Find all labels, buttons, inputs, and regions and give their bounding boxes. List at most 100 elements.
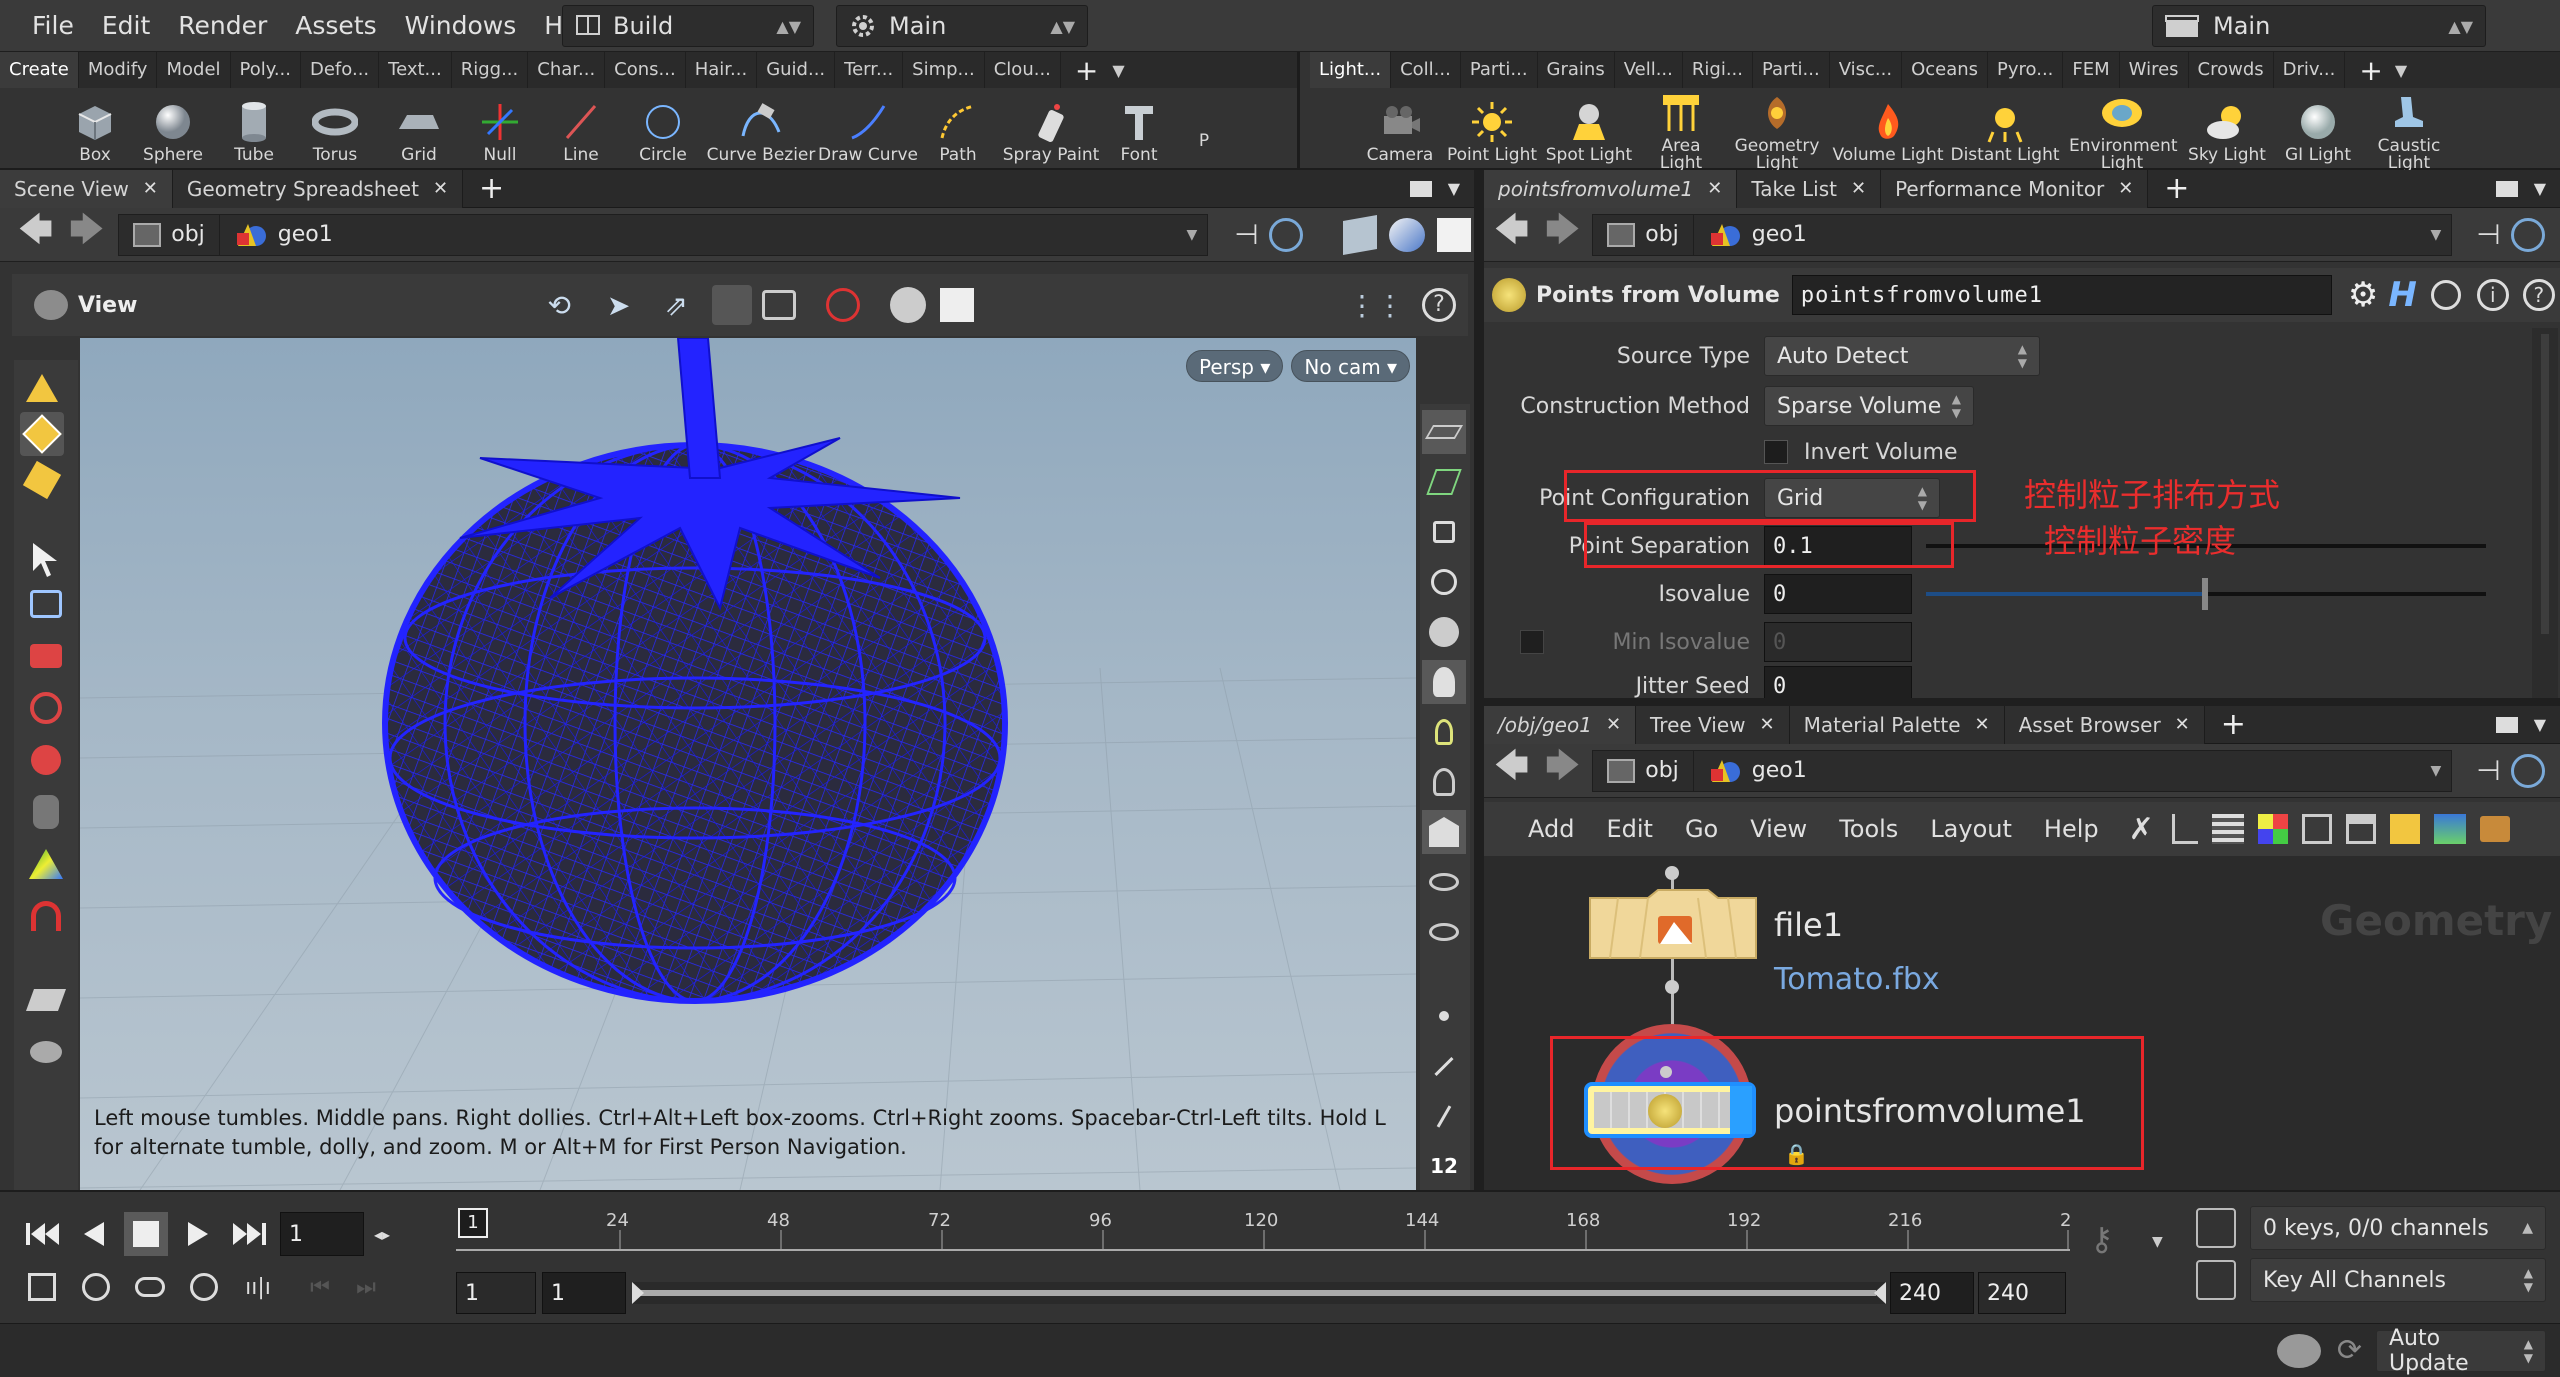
add-tab-icon[interactable]: + bbox=[1075, 54, 1098, 87]
ghost-icon[interactable] bbox=[1422, 810, 1466, 854]
persp-menu[interactable]: Persp ▾ bbox=[1186, 350, 1284, 382]
menu-windows[interactable]: Windows bbox=[391, 0, 531, 52]
shelf-tab[interactable]: Modify bbox=[79, 52, 158, 88]
shelf-tab[interactable]: Rigg... bbox=[452, 52, 529, 88]
tool-sphere[interactable]: Sphere bbox=[130, 95, 216, 164]
shelf-tab[interactable]: Defo... bbox=[301, 52, 380, 88]
net-menu-view[interactable]: View bbox=[1734, 815, 1823, 843]
chevron-down-icon[interactable]: ▼ bbox=[2430, 763, 2441, 779]
close-icon[interactable]: ✕ bbox=[2118, 170, 2133, 208]
shelf-tab[interactable]: Guid... bbox=[757, 52, 836, 88]
tool-camera[interactable]: Camera bbox=[1356, 95, 1444, 164]
network-canvas[interactable]: Geometry file1 Tomato.fbx pointsfromvolu… bbox=[1484, 856, 2560, 1190]
step-frames-icon[interactable]: ◂▸ bbox=[374, 1225, 390, 1244]
range-end-handle[interactable] bbox=[1874, 1282, 1886, 1304]
back-arrow-icon[interactable]: 🡄 bbox=[1494, 742, 1529, 799]
tab-geometry-spreadsheet[interactable]: Geometry Spreadsheet ✕ bbox=[172, 169, 464, 208]
chevron-down-icon[interactable]: ▼ bbox=[1186, 227, 1197, 243]
shelf-tab[interactable]: Rigi... bbox=[1683, 52, 1753, 88]
tool-distant-light[interactable]: Distant Light bbox=[1946, 95, 2064, 164]
close-icon[interactable]: ✕ bbox=[1975, 706, 1990, 744]
shelf-tab[interactable]: Clou... bbox=[985, 52, 1061, 88]
pane-splitter[interactable] bbox=[1474, 170, 1484, 1190]
view-menu-label[interactable]: View bbox=[78, 293, 137, 318]
tool-box[interactable]: Box bbox=[60, 95, 130, 164]
shelf-tab[interactable]: Wires bbox=[2120, 52, 2189, 88]
snapshot-icon[interactable] bbox=[761, 290, 796, 320]
input-connector[interactable] bbox=[1665, 866, 1679, 880]
back-arrow-icon[interactable]: 🡄 bbox=[18, 206, 53, 263]
path-obj[interactable]: obj bbox=[1593, 214, 1694, 255]
magnet-tool-icon[interactable] bbox=[24, 894, 68, 938]
maximize-icon[interactable] bbox=[2495, 716, 2518, 733]
param-scrollbar[interactable] bbox=[2532, 328, 2558, 698]
net-menu-add[interactable]: Add bbox=[1512, 815, 1590, 843]
cube-icon[interactable] bbox=[1342, 214, 1377, 255]
light-icon[interactable] bbox=[1422, 760, 1466, 804]
chevron-down-icon[interactable]: ▼ bbox=[2395, 61, 2407, 80]
vector-display-icon[interactable] bbox=[1422, 1094, 1466, 1138]
hda-icon[interactable]: H bbox=[2388, 275, 2416, 315]
tool-circle[interactable]: Circle bbox=[622, 95, 704, 164]
tool-volume-light[interactable]: Volume Light bbox=[1830, 95, 1946, 164]
shelf-tab[interactable]: Driv... bbox=[2274, 52, 2346, 88]
render-settings-icon[interactable] bbox=[939, 288, 974, 322]
shelf-tab[interactable]: Visc... bbox=[1830, 52, 1903, 88]
add-tab-icon[interactable]: + bbox=[479, 171, 504, 206]
prev-key-icon[interactable]: ⏮ bbox=[298, 1265, 342, 1309]
tab-asset-browser[interactable]: Asset Browser ✕ bbox=[2004, 705, 2205, 744]
stop-icon[interactable] bbox=[124, 1212, 168, 1256]
net-menu-edit[interactable]: Edit bbox=[1590, 815, 1668, 843]
menu-file[interactable]: File bbox=[18, 0, 88, 52]
shelf-tab[interactable]: Vell... bbox=[1615, 52, 1683, 88]
grid-view-icon[interactable] bbox=[2301, 814, 2332, 844]
maximize-icon[interactable] bbox=[1409, 180, 1432, 197]
tool-spot-light[interactable]: Spot Light bbox=[1540, 95, 1638, 164]
handle-icon[interactable]: ⇗ bbox=[664, 289, 687, 322]
gear-icon[interactable]: ⚙ bbox=[2348, 275, 2378, 315]
link-icon[interactable] bbox=[2510, 753, 2545, 788]
tab-tree-view[interactable]: Tree View ✕ bbox=[1636, 705, 1790, 744]
frame-ruler[interactable]: 1 24 48 72 96 120 144 168 192 216 2 bbox=[456, 1208, 2071, 1268]
grid-toggle-icon[interactable] bbox=[1422, 410, 1466, 454]
shelf-tab[interactable]: Simp... bbox=[903, 52, 985, 88]
tool-sky-light[interactable]: Sky Light bbox=[2180, 95, 2274, 164]
pin-icon[interactable]: ⊣ bbox=[1234, 218, 1258, 251]
rotate-view-icon[interactable]: ⟲ bbox=[547, 289, 570, 322]
tool-environment-light[interactable]: Environment Light bbox=[2064, 86, 2180, 172]
slider-handle[interactable] bbox=[2202, 578, 2208, 610]
right-context-select[interactable]: Main ▲▼ bbox=[2152, 5, 2486, 47]
jump-end-icon[interactable] bbox=[228, 1212, 272, 1256]
desktop-select[interactable]: Build ▲▼ bbox=[562, 5, 814, 47]
shelf-tab[interactable]: Terr... bbox=[835, 52, 904, 88]
shelf-tab[interactable]: Oceans bbox=[1902, 52, 1989, 88]
pin-icon[interactable]: ⊣ bbox=[2476, 754, 2500, 787]
realtime-icon[interactable] bbox=[182, 1265, 226, 1309]
shelf-tab[interactable]: FEM bbox=[2063, 52, 2120, 88]
pin-icon[interactable]: ⊣ bbox=[2476, 218, 2500, 251]
key-icon[interactable]: ⚷ bbox=[2090, 1220, 2113, 1258]
search-icon[interactable] bbox=[2430, 280, 2461, 310]
paint-tool-icon[interactable] bbox=[24, 978, 68, 1022]
camera-menu[interactable]: No cam ▾ bbox=[1291, 350, 1411, 382]
keyframe-refresh-icon[interactable] bbox=[2196, 1208, 2236, 1248]
scale-tool-icon[interactable] bbox=[24, 738, 68, 782]
close-icon[interactable]: ✕ bbox=[1851, 170, 1866, 208]
tool-null[interactable]: Null bbox=[460, 95, 540, 164]
brush-tool-icon[interactable] bbox=[24, 1030, 68, 1074]
close-icon[interactable]: ✕ bbox=[433, 170, 448, 208]
forward-arrow-icon[interactable]: 🡆 bbox=[1545, 742, 1580, 799]
ref-plane-icon[interactable] bbox=[1422, 460, 1466, 504]
display-layout-icon[interactable]: ⋮⋮ bbox=[1348, 289, 1404, 322]
tool-tube[interactable]: Tube bbox=[216, 95, 292, 164]
scroll-thumb[interactable] bbox=[2541, 334, 2549, 634]
tab-scene-view[interactable]: Scene View ✕ bbox=[0, 169, 173, 208]
path-geo[interactable]: geo1 bbox=[1694, 751, 1821, 791]
tool-torus[interactable]: Torus bbox=[292, 95, 378, 164]
shelf-tab[interactable]: Pyro... bbox=[1988, 52, 2064, 88]
tool-area-light[interactable]: Area Light bbox=[1638, 86, 1724, 172]
path-geo[interactable]: geo1 bbox=[220, 215, 347, 255]
forward-arrow-icon[interactable]: 🡆 bbox=[69, 206, 104, 263]
ticks-icon[interactable]: ıı|ı bbox=[236, 1265, 280, 1309]
close-icon[interactable]: ✕ bbox=[1760, 706, 1775, 744]
